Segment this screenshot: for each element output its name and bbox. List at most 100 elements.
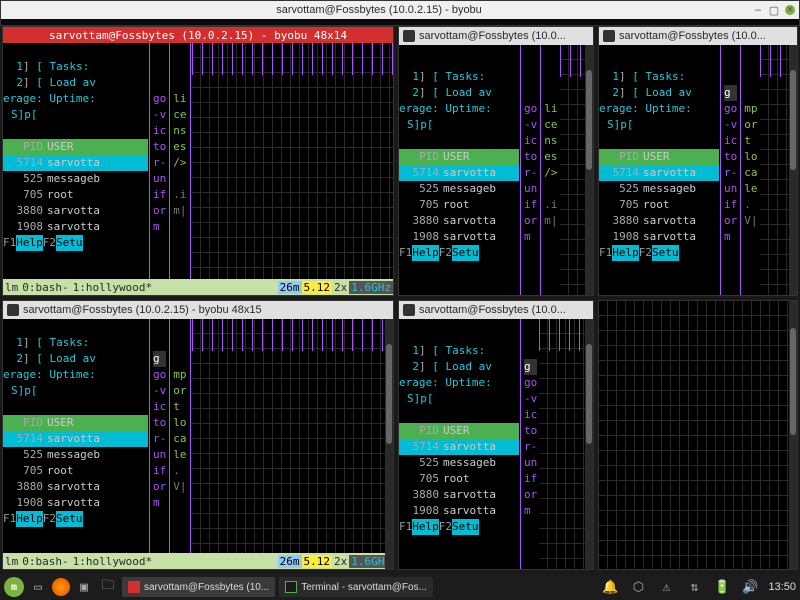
clock[interactable]: 13:50	[768, 581, 796, 593]
process-row[interactable]: 5714sarvotta	[3, 431, 148, 447]
scrollbar[interactable]	[585, 319, 593, 569]
process-header[interactable]: PIDUSER	[3, 139, 148, 155]
thumb-titlebar[interactable]: sarvottam@Fossbytes (10.0...	[399, 27, 593, 45]
process-row[interactable]: 3880sarvotta	[599, 213, 719, 229]
shield-icon[interactable]: ⬡	[628, 577, 648, 597]
load-num: 2	[3, 75, 23, 91]
scrollbar-thumb[interactable]	[790, 328, 796, 435]
taskbar-button-terminal-2[interactable]: Terminal - sarvottam@Fos...	[279, 577, 433, 597]
process-row[interactable]: 3880sarvotta	[3, 203, 148, 219]
notifications-icon[interactable]: 🔔	[600, 577, 620, 597]
process-row[interactable]: 525messageb	[3, 171, 148, 187]
scrollbar[interactable]	[385, 319, 393, 569]
task-label: sarvottam@Fossbytes (10...	[144, 582, 269, 593]
status-bash[interactable]: 0:bash-	[20, 281, 70, 294]
terminal-content[interactable]: 1] [ Tasks: 2] [ Load av erage: Uptime: …	[3, 43, 393, 279]
scrollbar-thumb[interactable]	[386, 344, 392, 444]
process-row[interactable]: 1908sarvotta	[599, 229, 719, 245]
process-row[interactable]: 5714sarvotta	[399, 165, 519, 181]
files-launcher-icon[interactable]: 🗀	[98, 577, 118, 597]
terminal-content[interactable]: 1] [ Tasks: 2] [ Load av erage: Uptime: …	[399, 319, 593, 569]
terminal-pane-bottom-right[interactable]	[598, 300, 798, 570]
terminal-pane-top-right[interactable]: sarvottam@Fossbytes (10.0... 1] [ Tasks:…	[598, 26, 798, 296]
process-header[interactable]: PIDUSER	[399, 149, 519, 165]
terminal-pane-bottom-middle[interactable]: sarvottam@Fossbytes (10.0... 1] [ Tasks:…	[398, 300, 594, 570]
process-row[interactable]: 1908sarvotta	[399, 503, 519, 519]
process-row[interactable]: 705root	[3, 463, 148, 479]
terminal-launcher-icon[interactable]: ▣	[74, 577, 94, 597]
process-row[interactable]: 525messageb	[399, 181, 519, 197]
terminal-content[interactable]	[599, 301, 797, 569]
network-icon[interactable]: ⇅	[684, 577, 704, 597]
thumb-titlebar[interactable]: sarvottam@Fossbytes (10.0.2.15) - byobu …	[3, 301, 393, 319]
terminal-content[interactable]: 1] [ Tasks: 2] [ Load av erage: Uptime: …	[399, 45, 593, 295]
load-label: [ Load av	[36, 75, 96, 91]
warning-icon[interactable]: ⚠	[656, 577, 676, 597]
terminal-pane-bottom-left[interactable]: sarvottam@Fossbytes (10.0.2.15) - byobu …	[2, 300, 394, 570]
scrollbar-thumb[interactable]	[586, 344, 592, 444]
process-row[interactable]: 5714sarvotta	[399, 439, 519, 455]
letters-column-b: li ce ns es /> .i m|	[171, 43, 188, 279]
main-titlebar[interactable]: sarvottam@Fossbytes (10.0.2.15) - byobu …	[1, 1, 799, 19]
terminal-content[interactable]: 1] [ Tasks: 2] [ Load av erage: Uptime: …	[599, 45, 797, 295]
mint-menu-icon[interactable]: m	[4, 577, 24, 597]
process-row[interactable]: 3880sarvotta	[399, 213, 519, 229]
function-keys-bar: F1Help F2Setu	[3, 511, 148, 527]
process-row-highlighted[interactable]: 5714sarvotta	[3, 155, 148, 171]
status-time: 26m	[278, 281, 302, 294]
volume-icon[interactable]: 🔊	[740, 577, 760, 597]
desktop-panel[interactable]: m ▭ ▣ 🗀 sarvottam@Fossbytes (10... Termi…	[0, 574, 800, 600]
main-window-titlebar-container: sarvottam@Fossbytes (10.0.2.15) - byobu …	[0, 0, 800, 26]
process-header[interactable]: PIDUSER	[399, 423, 519, 439]
process-header[interactable]: PIDUSER	[3, 415, 148, 431]
htop-column: 1] [ Tasks: 2] [ Load av erage: Uptime: …	[3, 43, 148, 279]
cursor-char: g	[524, 359, 537, 375]
taskbar-button-terminal[interactable]: sarvottam@Fossbytes (10...	[122, 577, 275, 597]
minimize-button[interactable]: –	[753, 5, 763, 15]
task-num: 1	[3, 59, 23, 75]
process-row[interactable]: 525messageb	[599, 181, 719, 197]
status-cpu-ghz: 1.6GHz	[349, 281, 393, 294]
process-header[interactable]: PIDUSER	[599, 149, 719, 165]
close-button[interactable]: ×	[785, 5, 795, 15]
tasks-label: [ Tasks:	[36, 59, 89, 75]
setup-label[interactable]: Setu	[56, 235, 83, 251]
process-row[interactable]: 5714sarvotta	[599, 165, 719, 181]
thumb-titlebar[interactable]: sarvottam@Fossbytes (10.0...	[399, 301, 593, 319]
process-row[interactable]: 1908sarvotta	[399, 229, 519, 245]
task-label: Terminal - sarvottam@Fos...	[301, 582, 427, 593]
help-label[interactable]: Help	[16, 235, 43, 251]
process-row[interactable]: 3880sarvotta	[399, 487, 519, 503]
terminal-pane-top-middle[interactable]: sarvottam@Fossbytes (10.0... 1] [ Tasks:…	[398, 26, 594, 296]
terminal-content[interactable]: 1] [ Tasks: 2] [ Load av erage: Uptime: …	[3, 319, 393, 553]
scrollbar[interactable]	[789, 45, 797, 295]
battery-icon[interactable]: 🔋	[712, 577, 732, 597]
scrollbar-thumb[interactable]	[790, 70, 796, 170]
process-row[interactable]: 705root	[3, 187, 148, 203]
process-row[interactable]: 1908sarvotta	[3, 495, 148, 511]
process-row[interactable]: 525messageb	[399, 455, 519, 471]
process-row[interactable]: 525messageb	[3, 447, 148, 463]
process-row[interactable]: 705root	[599, 197, 719, 213]
scrollbar[interactable]	[585, 45, 593, 295]
scrollbar-thumb[interactable]	[586, 70, 592, 170]
scrollbar[interactable]	[789, 301, 797, 569]
firefox-icon[interactable]	[52, 578, 70, 596]
process-row[interactable]: 705root	[399, 471, 519, 487]
cursor-char: g	[153, 351, 166, 367]
vertical-lines	[192, 43, 394, 75]
status-hollywood[interactable]: 1:hollywood*	[71, 281, 154, 294]
show-desktop-icon[interactable]: ▭	[28, 577, 48, 597]
process-row[interactable]: 705root	[399, 197, 519, 213]
thumb-titlebar[interactable]: sarvottam@Fossbytes (10.0...	[599, 27, 797, 45]
process-row[interactable]: 3880sarvotta	[3, 479, 148, 495]
process-row[interactable]: 1908sarvotta	[3, 219, 148, 235]
f1-key[interactable]: F1	[3, 235, 16, 251]
maximize-button[interactable]: ▢	[769, 5, 779, 15]
terminal-pane-top-left[interactable]: sarvottam@Fossbytes (10.0.2.15) - byobu …	[2, 26, 394, 296]
terminal-icon	[7, 304, 19, 316]
terminal-app-icon	[285, 581, 297, 593]
terminal-icon	[603, 30, 615, 42]
function-keys-bar: F1Help F2Setu	[599, 245, 719, 261]
f2-key[interactable]: F2	[43, 235, 56, 251]
